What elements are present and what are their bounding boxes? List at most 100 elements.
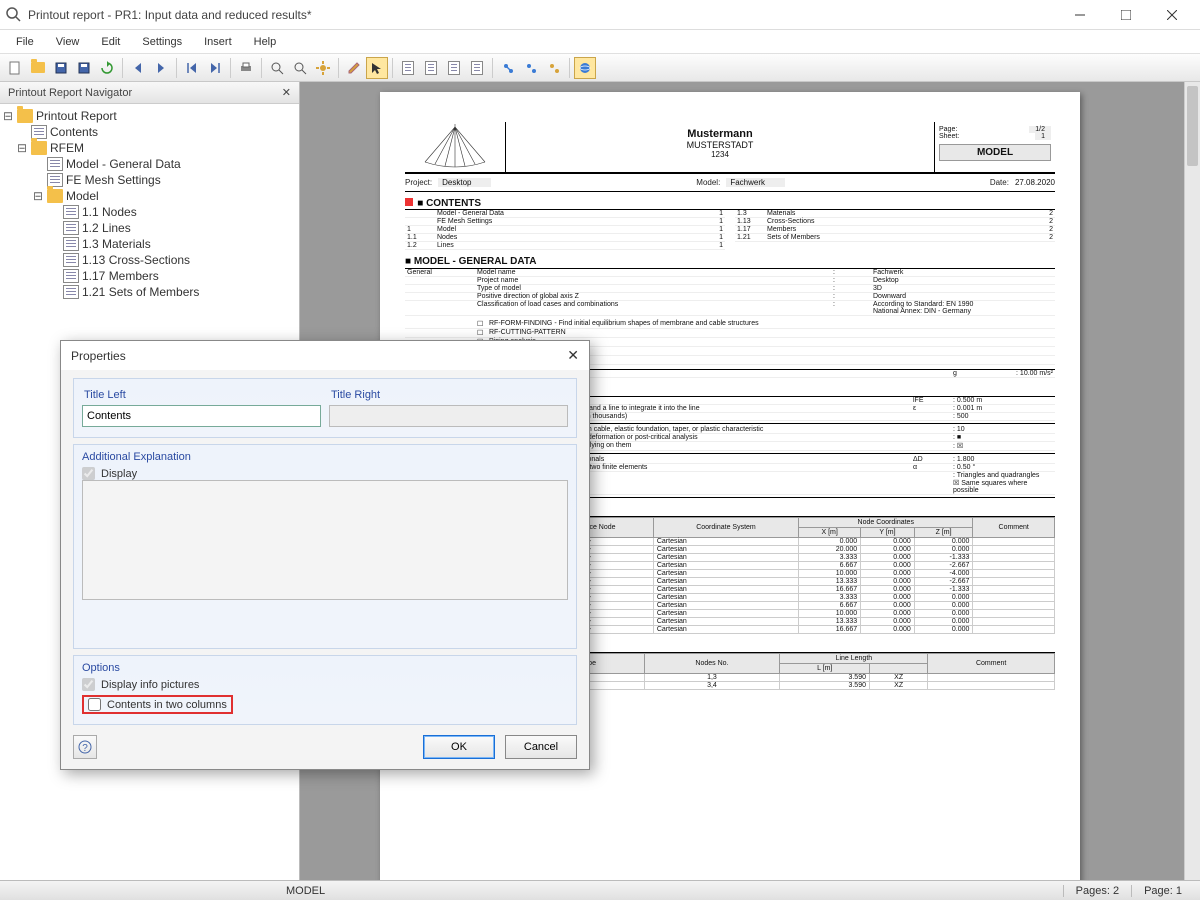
contents-row: 1Model1 — [405, 226, 725, 234]
window-title: Printout report - PR1: Input data and re… — [28, 8, 1058, 22]
gear-icon[interactable] — [312, 57, 334, 79]
info-pictures-checkbox[interactable] — [82, 678, 95, 691]
print-icon[interactable] — [235, 57, 257, 79]
link2-icon[interactable] — [520, 57, 542, 79]
doc-icon — [47, 173, 63, 187]
close-button[interactable] — [1150, 1, 1194, 29]
link1-icon[interactable] — [497, 57, 519, 79]
select-icon[interactable] — [366, 57, 388, 79]
scrollbar-thumb[interactable] — [1187, 86, 1198, 166]
company-city: MUSTERSTADT — [506, 140, 934, 150]
display-checkbox[interactable] — [82, 467, 95, 480]
help-button[interactable]: ? — [73, 735, 97, 759]
display-label: Display — [101, 468, 137, 480]
contents-row: 1.21Sets of Members2 — [735, 234, 1055, 242]
title-right-input[interactable] — [329, 405, 568, 427]
status-page: Page: 1 — [1131, 885, 1194, 897]
selection-marker — [405, 198, 413, 206]
menu-help[interactable]: Help — [244, 34, 287, 50]
mgd-row: Type of model:3D — [405, 285, 1055, 293]
dialog-close-icon[interactable]: ✕ — [567, 347, 579, 364]
mgd-row: Classification of load cases and combina… — [405, 301, 1055, 316]
two-columns-label: Contents in two columns — [107, 699, 227, 711]
tree-materials[interactable]: 1.3 Materials — [82, 237, 151, 251]
folder-icon — [17, 109, 33, 123]
menu-edit[interactable]: Edit — [91, 34, 130, 50]
svg-text:?: ? — [82, 743, 88, 754]
menu-settings[interactable]: Settings — [132, 34, 192, 50]
panel-close-icon[interactable]: ✕ — [282, 86, 291, 99]
tree-model[interactable]: Model — [66, 189, 99, 203]
tree-lines[interactable]: 1.2 Lines — [82, 221, 131, 235]
tree-root[interactable]: Printout Report — [36, 109, 117, 123]
save-as-icon[interactable] — [73, 57, 95, 79]
two-columns-checkbox[interactable] — [88, 698, 101, 711]
tree-sets[interactable]: 1.21 Sets of Members — [82, 285, 199, 299]
two-columns-highlight: Contents in two columns — [82, 695, 233, 714]
tree-nodes[interactable]: 1.1 Nodes — [82, 205, 137, 219]
vertical-scrollbar[interactable] — [1184, 82, 1200, 880]
status-pages: Pages: 2 — [1063, 885, 1131, 897]
contents-heading: CONTENTS — [417, 198, 481, 210]
contents-row: 1.13Cross-Sections2 — [735, 218, 1055, 226]
globe-icon[interactable] — [574, 57, 596, 79]
open-icon[interactable] — [27, 57, 49, 79]
window-titlebar: Printout report - PR1: Input data and re… — [0, 0, 1200, 30]
minimize-button[interactable] — [1058, 1, 1102, 29]
contents-row: Model - General Data1 — [405, 210, 725, 218]
doc4-icon[interactable] — [466, 57, 488, 79]
mgd-heading: MODEL - GENERAL DATA — [405, 256, 1055, 269]
doc3-icon[interactable] — [443, 57, 465, 79]
tree-members[interactable]: 1.17 Members — [82, 269, 159, 283]
contents-row: 1.1Nodes1 — [405, 234, 725, 242]
menu-insert[interactable]: Insert — [194, 34, 242, 50]
doc2-icon[interactable] — [420, 57, 442, 79]
cancel-button[interactable]: Cancel — [505, 735, 577, 759]
menu-bar: File View Edit Settings Insert Help — [0, 30, 1200, 54]
tree-fe[interactable]: FE Mesh Settings — [66, 173, 161, 187]
info-pictures-label: Display info pictures — [101, 679, 199, 691]
company-name: Mustermann — [506, 128, 934, 140]
mgd-row: Project name:Desktop — [405, 277, 1055, 285]
refresh-icon[interactable] — [96, 57, 118, 79]
save-icon[interactable] — [50, 57, 72, 79]
sheet-value: 1 — [1035, 133, 1051, 140]
folder-icon — [31, 141, 47, 155]
tree-mgd[interactable]: Model - General Data — [66, 157, 181, 171]
contents-row: FE Mesh Settings1 — [405, 218, 725, 226]
company-logo — [405, 122, 505, 172]
next-icon[interactable] — [150, 57, 172, 79]
title-left-input[interactable] — [82, 405, 321, 427]
model-label: Model: — [696, 178, 720, 187]
explanation-textarea[interactable] — [82, 480, 568, 600]
prev-icon[interactable] — [127, 57, 149, 79]
ok-button[interactable]: OK — [423, 735, 495, 759]
zoom-out-icon[interactable] — [289, 57, 311, 79]
navigator-header: Printout Report Navigator ✕ — [0, 82, 299, 104]
toolbar — [0, 54, 1200, 82]
page-label: Page: — [939, 126, 957, 133]
doc-icon — [47, 157, 63, 171]
additional-explanation-heading: Additional Explanation — [82, 451, 568, 463]
doc-icon — [63, 205, 79, 219]
gravity-sym: g — [953, 370, 993, 377]
project-value: Desktop — [438, 178, 491, 187]
maximize-button[interactable] — [1104, 1, 1148, 29]
menu-view[interactable]: View — [46, 34, 90, 50]
dialog-title: Properties — [71, 349, 126, 363]
edit-icon[interactable] — [343, 57, 365, 79]
link3-icon[interactable] — [543, 57, 565, 79]
last-icon[interactable] — [204, 57, 226, 79]
options-heading: Options — [82, 662, 568, 674]
new-icon[interactable] — [4, 57, 26, 79]
menu-file[interactable]: File — [6, 34, 44, 50]
doc1-icon[interactable] — [397, 57, 419, 79]
sheet-label: Sheet: — [939, 133, 959, 140]
first-icon[interactable] — [181, 57, 203, 79]
tree-cross[interactable]: 1.13 Cross-Sections — [82, 253, 190, 267]
tree-contents[interactable]: Contents — [50, 125, 98, 139]
project-label: Project: — [405, 178, 432, 187]
zoom-in-icon[interactable] — [266, 57, 288, 79]
tree-rfem[interactable]: RFEM — [50, 141, 84, 155]
contents-row: 1.3Materials2 — [735, 210, 1055, 218]
